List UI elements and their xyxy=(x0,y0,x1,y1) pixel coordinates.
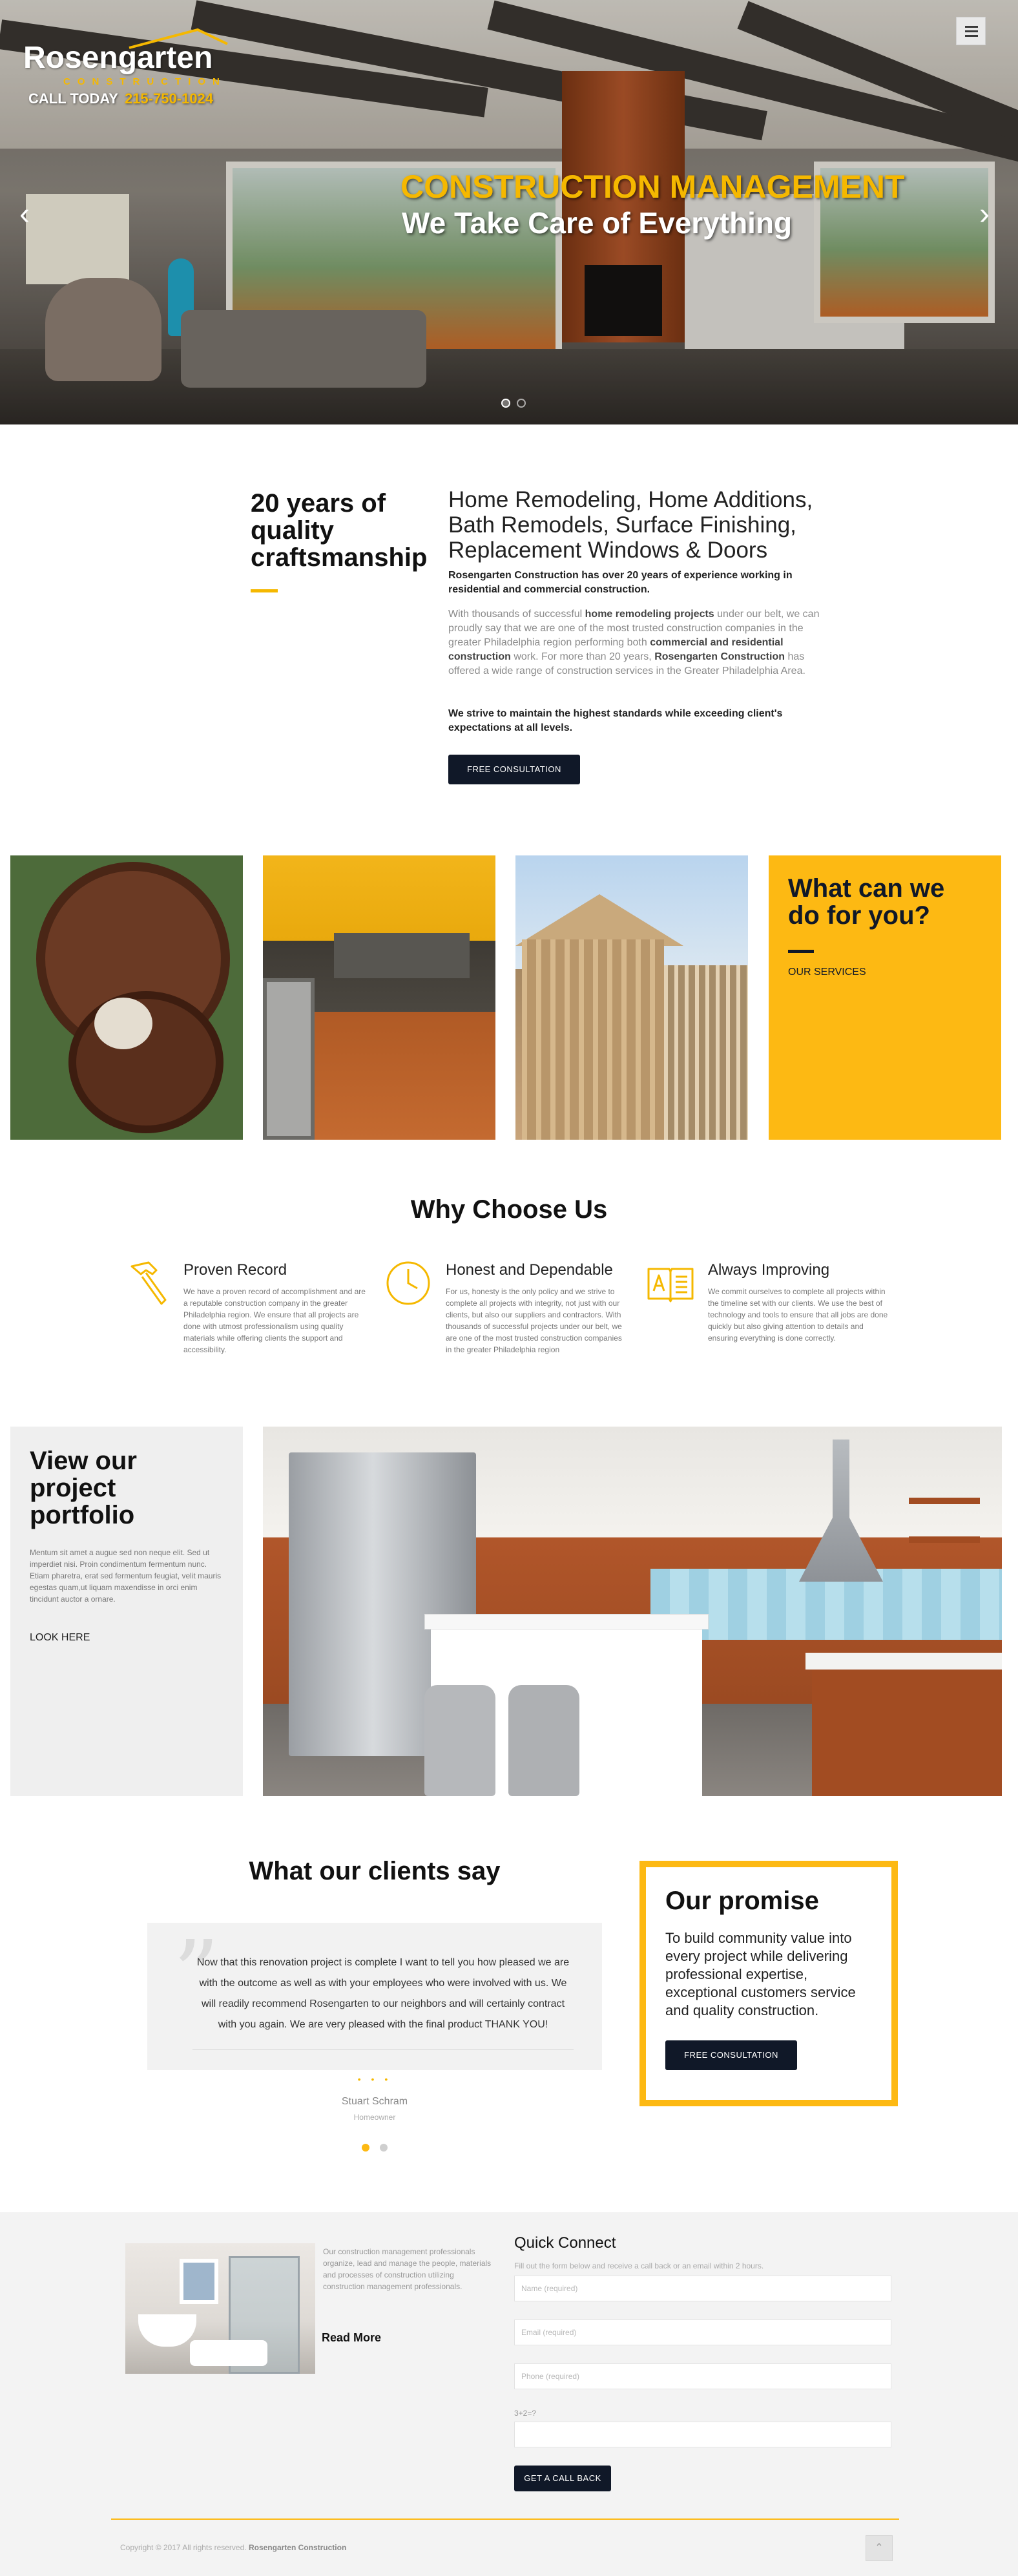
book-icon xyxy=(647,1268,694,1303)
quick-connect-title: Quick Connect xyxy=(514,2234,616,2252)
bathroom-photo[interactable] xyxy=(125,2243,315,2374)
promise-title: Our promise xyxy=(665,1887,819,1915)
bath-window xyxy=(180,2259,218,2304)
feature-title: Honest and Dependable xyxy=(446,1261,613,1279)
intro-body: With thousands of successful home remode… xyxy=(448,607,823,678)
call-label: CALL TODAY xyxy=(28,90,118,107)
hamburger-icon xyxy=(965,26,978,28)
kitchen-countertop xyxy=(805,1653,1002,1670)
portfolio-text: Mentum sit amet a augue sed non neque el… xyxy=(30,1548,222,1604)
footer-divider xyxy=(111,2518,899,2520)
our-services-link[interactable]: OUR SERVICES xyxy=(788,967,866,978)
hero-slider: Rosengarten CONSTRUCTION CALL TODAY 215-7… xyxy=(0,0,1018,424)
intro-lead: Rosengarten Construction has over 20 yea… xyxy=(448,570,793,595)
testimonial-author: Stuart Schram xyxy=(341,2096,408,2107)
promise-text: To build community value into every proj… xyxy=(665,1930,856,2018)
testimonial-card: ” Now that this renovation project is co… xyxy=(147,1923,602,2070)
get-call-back-button[interactable]: GET A CALL BACK xyxy=(514,2466,611,2491)
portfolio-title: View our project portfolio xyxy=(30,1447,137,1529)
promise-consultation-button[interactable]: FREE CONSULTATION xyxy=(665,2040,797,2070)
framing-house xyxy=(522,939,664,1140)
feature-text: We commit ourselves to complete all proj… xyxy=(708,1287,888,1343)
kitchen-shelf xyxy=(909,1536,980,1543)
kitchen-counter xyxy=(812,1659,1002,1796)
intro-body-text: With thousands of successful xyxy=(448,609,585,620)
feature-title: Always Improving xyxy=(708,1261,830,1279)
testimonial-quote: Now that this renovation project is comp… xyxy=(196,1957,570,2030)
email-field[interactable] xyxy=(514,2319,891,2345)
kitchen-stool xyxy=(508,1685,579,1796)
feature-text: For us, honesty is the only policy and w… xyxy=(446,1287,622,1354)
menu-button[interactable] xyxy=(956,17,986,45)
copyright: Copyright © 2017 All rights reserved. Ro… xyxy=(120,2543,346,2552)
hammer-icon xyxy=(130,1261,167,1305)
testimonial-divider xyxy=(192,2049,574,2050)
framing-roof xyxy=(515,894,683,946)
kitchen-stool xyxy=(424,1685,495,1796)
intro-accent-bar xyxy=(251,589,278,592)
deck-firepit xyxy=(94,998,152,1049)
hero-title: CONSTRUCTION MANAGEMENT xyxy=(400,169,905,205)
kitchen-shelf xyxy=(909,1498,980,1504)
services-cta-title: What can we do for you? xyxy=(788,874,945,930)
tile-kitchen-photo[interactable] xyxy=(263,855,495,1140)
call-today: CALL TODAY 215-750-1024 xyxy=(28,90,213,107)
feature-text: We have a proven record of accomplishmen… xyxy=(183,1287,366,1354)
portfolio-panel: View our project portfolio Mentum sit am… xyxy=(10,1427,243,1796)
chevron-left-icon[interactable]: ‹ xyxy=(19,199,30,230)
portfolio-kitchen-photo[interactable] xyxy=(263,1427,1002,1796)
kitchen-oven xyxy=(263,978,315,1140)
kitchen-backsplash xyxy=(334,933,470,978)
copyright-text: Copyright © 2017 All rights reserved. xyxy=(120,2543,247,2552)
intro-body-text: work. For more than 20 years, xyxy=(510,651,655,662)
phone-link[interactable]: 215-750-1024 xyxy=(125,90,213,107)
blog-excerpt: Our construction management professional… xyxy=(323,2247,492,2291)
services-cta-tile[interactable]: What can we do for you? OUR SERVICES xyxy=(769,855,1001,1140)
hero-slide-dot[interactable] xyxy=(501,399,510,408)
hamburger-icon xyxy=(965,35,978,37)
intro-title: Home Remodeling, Home Additions, Bath Re… xyxy=(448,487,813,563)
name-field[interactable] xyxy=(514,2276,891,2301)
framing-house xyxy=(664,965,748,1140)
copyright-company: Rosengarten Construction xyxy=(248,2543,347,2552)
feature-title: Proven Record xyxy=(183,1261,287,1279)
intro-body-emphasis: Rosengarten Construction xyxy=(654,651,785,662)
kitchen-hood xyxy=(799,1440,883,1582)
look-here-link[interactable]: LOOK HERE xyxy=(30,1632,90,1644)
hero-slide-dot[interactable] xyxy=(517,399,526,408)
phone-field[interactable] xyxy=(514,2363,891,2389)
intro-body-emphasis: home remodeling projects xyxy=(585,609,714,620)
logo-tagline: CONSTRUCTION xyxy=(63,76,227,87)
testimonial-dot[interactable] xyxy=(380,2144,388,2152)
promise-box: Our promise To build community value int… xyxy=(639,1861,898,2106)
tile-framing-photo[interactable] xyxy=(515,855,748,1140)
quick-connect-subtitle: Fill out the form below and receive a ca… xyxy=(514,2261,764,2270)
logo-brand-name: Rosengarten xyxy=(23,41,213,75)
testimonial-role: Homeowner xyxy=(353,2113,396,2122)
chevron-right-icon[interactable]: › xyxy=(979,199,990,230)
kitchen-island-top xyxy=(424,1614,709,1629)
captcha-field[interactable] xyxy=(514,2422,891,2447)
bath-tub xyxy=(190,2340,267,2366)
testimonial-dot[interactable] xyxy=(362,2144,369,2152)
intro-heading: 20 years of quality craftsmanship xyxy=(251,489,428,572)
services-cta-bar xyxy=(788,950,814,953)
testimonial-dots: • • • xyxy=(357,2074,392,2084)
hero-subtitle: We Take Care of Everything xyxy=(402,206,793,240)
hamburger-icon xyxy=(965,30,978,32)
why-choose-us-title: Why Choose Us xyxy=(410,1195,608,1224)
chevron-up-icon[interactable]: ⌃ xyxy=(866,2535,893,2561)
testimonials-title: What our clients say xyxy=(249,1857,501,1885)
read-more-link[interactable]: Read More xyxy=(322,2331,381,2345)
intro-closing: We strive to maintain the highest standa… xyxy=(448,708,783,733)
bath-sink xyxy=(138,2314,196,2347)
tile-deck-photo[interactable] xyxy=(10,855,243,1140)
captcha-label: 3+2=? xyxy=(514,2409,537,2418)
free-consultation-button[interactable]: FREE CONSULTATION xyxy=(448,755,580,784)
clock-icon xyxy=(386,1261,430,1305)
